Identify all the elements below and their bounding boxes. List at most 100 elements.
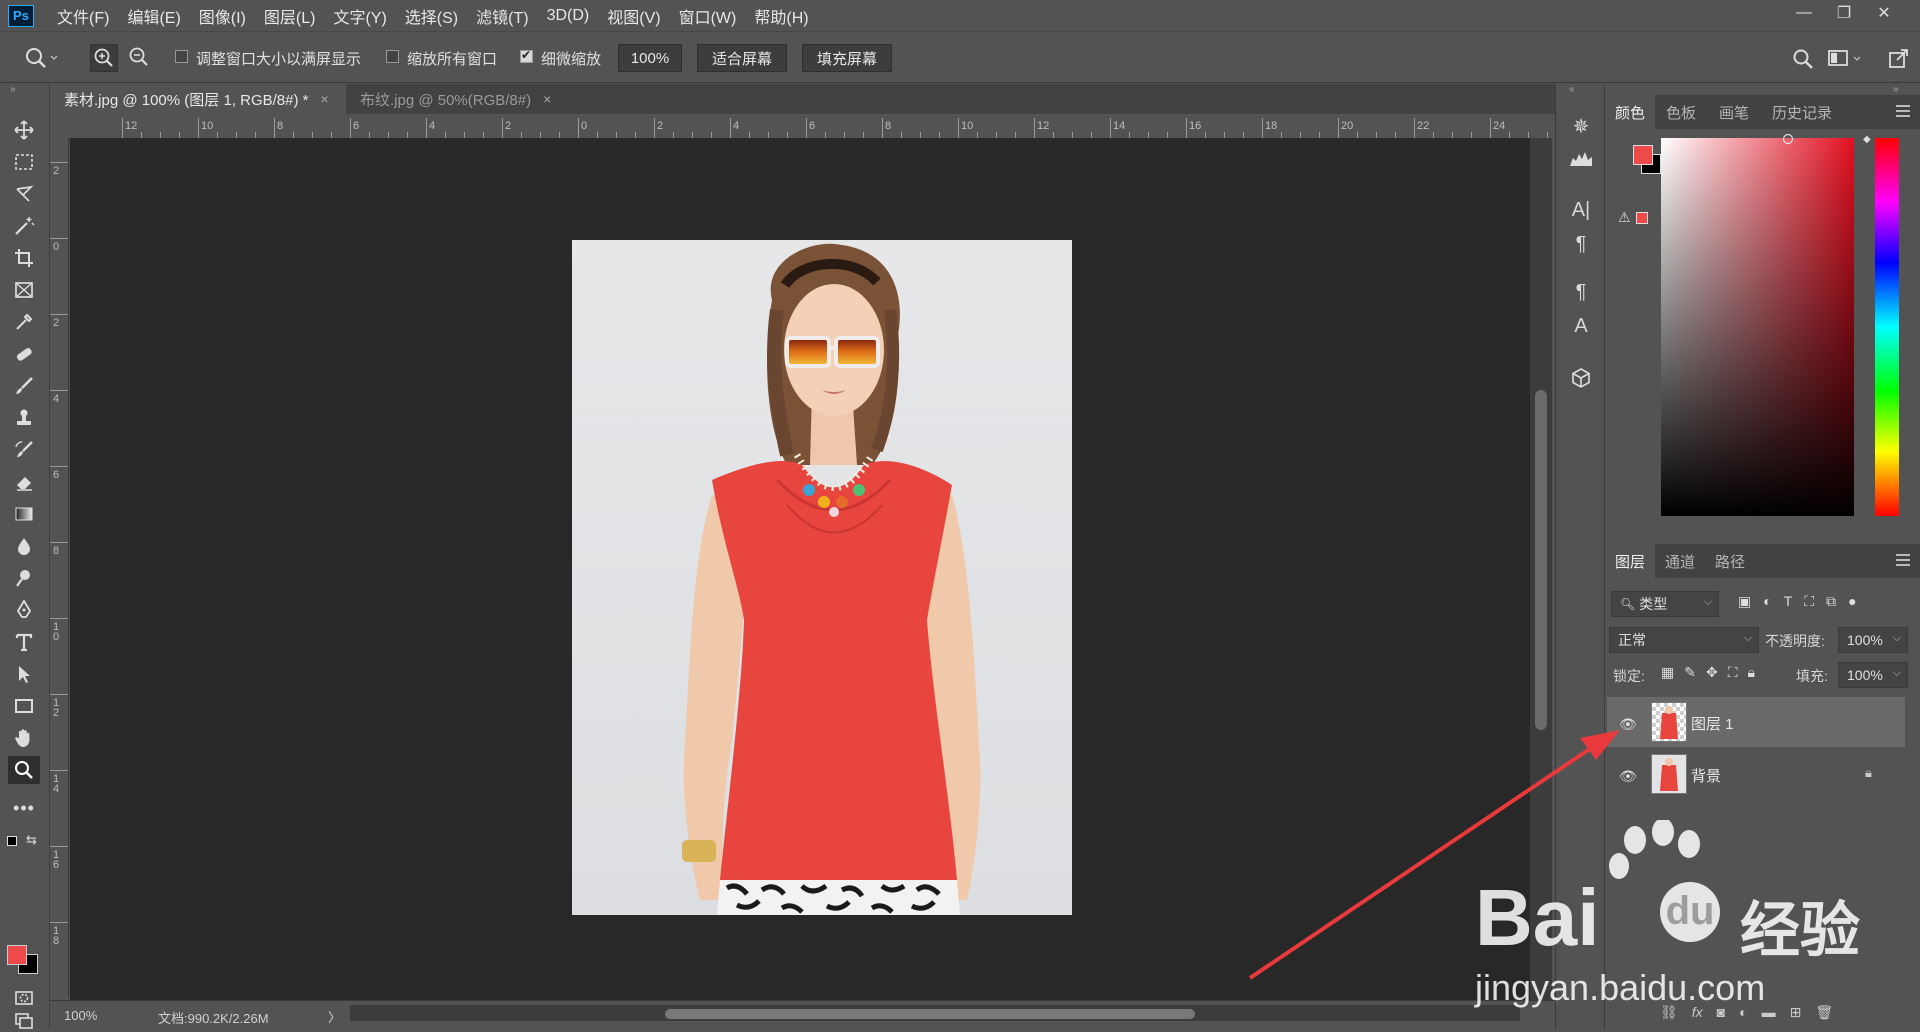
frame-tool-icon[interactable] [8,276,40,304]
lock-transparent-icon[interactable]: ▦ [1661,664,1674,681]
pixel-filter-icon[interactable]: ▣ [1738,593,1751,610]
lock-all-icon[interactable]: 🔒︎ [1748,664,1755,681]
tab-material-jpg[interactable]: 素材.jpg @ 100% (图层 1, RGB/8#) * × [50,84,346,114]
path-selection-tool-icon[interactable] [8,660,40,688]
dodge-tool-icon[interactable] [8,564,40,592]
opacity-field[interactable]: 100% ⌵ [1838,627,1908,653]
healing-brush-tool-icon[interactable] [8,340,40,368]
magic-wand-tool-icon[interactable] [8,212,40,240]
pen-tool-icon[interactable] [8,596,40,624]
zoom-percent-field[interactable]: 100% [618,44,682,72]
tab-brushes[interactable]: 画笔 [1707,95,1761,129]
menu-image[interactable]: 图像(I) [190,4,255,28]
layer-row-background[interactable]: 👁︎ 背景 🔒︎ [1607,749,1905,799]
smart-object-filter-icon[interactable]: ⧉ [1826,593,1836,610]
gamut-warning-icon[interactable]: ⚠ [1618,209,1631,226]
collapse-strip-icon[interactable]: « [1569,84,1575,95]
ruler-origin[interactable] [50,116,68,138]
type-filter-icon[interactable]: T [1784,593,1793,610]
restore-button[interactable]: ❐ [1824,0,1864,26]
color-panel-menu-icon[interactable] [1896,105,1910,117]
brush-tool-icon[interactable] [8,372,40,400]
hue-slider-marker[interactable]: ◆ [1863,134,1871,145]
scrubby-zoom-checkbox[interactable] [520,48,533,63]
vertical-ruler[interactable]: 2 0 2 4 6 8 1 0 1 2 1 4 1 6 1 8 [50,138,69,998]
menu-help[interactable]: 帮助(H) [745,4,817,28]
horizontal-ruler[interactable]: 12 10 8 6 4 2 0 2 4 6 8 10 12 14 16 18 20 22 24 [68,116,1548,139]
tab-cloth-jpg[interactable]: 布纹.jpg @ 50%(RGB/8#) × [346,84,556,114]
close-window-button[interactable]: ✕ [1864,0,1904,26]
blur-tool-icon[interactable] [8,532,40,560]
character-icon[interactable]: A| [1567,196,1595,224]
history-brush-tool-icon[interactable] [8,436,40,464]
share-icon[interactable] [1888,47,1910,73]
workspace-icon[interactable] [1828,49,1864,73]
fit-screen-button[interactable]: 适合屏幕 [697,44,787,72]
layer-row-layer1[interactable]: 👁︎ 图层 1 [1607,697,1905,747]
menu-window[interactable]: 窗口(W) [670,4,746,28]
navigator-icon[interactable]: ✵ [1567,112,1595,140]
rectangle-tool-icon[interactable] [8,692,40,720]
paragraph-icon[interactable]: ¶ [1567,230,1595,258]
layers-panel-menu-icon[interactable] [1896,554,1910,566]
swap-colors-icon[interactable]: ⇆ [26,832,37,848]
marquee-tool-icon[interactable] [8,148,40,176]
collapse-panels-icon[interactable]: » [1893,84,1899,95]
color-picker-cursor[interactable] [1783,134,1793,144]
tab-swatches[interactable]: 色板 [1655,95,1707,129]
status-menu-arrow[interactable]: 〉 [328,1007,341,1026]
menu-edit[interactable]: 编辑(E) [118,4,189,28]
screen-mode-icon[interactable] [8,1012,40,1029]
vertical-scroll-thumb[interactable] [1535,390,1547,730]
minimize-button[interactable]: — [1784,0,1824,26]
shape-filter-icon[interactable]: ⛶ [1804,593,1814,610]
lock-artboard-icon[interactable]: ⛶ [1728,664,1738,681]
status-zoom[interactable]: 100% [64,1008,97,1023]
filter-toggle-icon[interactable]: ● [1848,593,1856,610]
menu-file[interactable]: 文件(F) [48,4,118,28]
menu-3d[interactable]: 3D(D) [538,7,599,25]
menu-select[interactable]: 选择(S) [396,4,467,28]
eraser-tool-icon[interactable] [8,468,40,496]
lock-pixels-icon[interactable]: ✎ [1684,664,1696,681]
zoom-all-windows-checkbox[interactable] [386,50,399,63]
default-colors-icon[interactable] [7,836,17,846]
zoom-out-icon[interactable] [126,44,154,72]
blend-mode-dropdown[interactable]: 正常 ⌵ [1609,627,1759,653]
eyedropper-tool-icon[interactable] [8,308,40,336]
tab-color[interactable]: 颜色 [1605,95,1655,129]
character-styles-icon[interactable]: A [1567,312,1595,340]
document-image[interactable] [572,240,1072,915]
panel-foreground-swatch[interactable] [1633,145,1653,165]
gradient-tool-icon[interactable] [8,500,40,528]
zoom-tool-preset-icon[interactable] [24,46,58,74]
layer-name[interactable]: 图层 1 [1691,713,1734,734]
horizontal-scroll-thumb[interactable] [665,1009,1195,1019]
lock-position-icon[interactable]: ✥ [1706,664,1718,681]
clone-stamp-tool-icon[interactable] [8,404,40,432]
lasso-tool-icon[interactable] [8,180,40,208]
collapse-toolbar-icon[interactable]: » [10,84,16,95]
crop-tool-icon[interactable] [8,244,40,272]
close-tab-icon[interactable]: × [320,91,328,107]
type-tool-icon[interactable] [8,628,40,656]
quick-mask-icon[interactable] [8,984,40,1012]
zoom-in-icon[interactable] [90,44,118,72]
hue-slider[interactable] [1875,138,1899,516]
color-picker-field[interactable] [1661,138,1854,516]
tab-layers[interactable]: 图层 [1605,544,1655,578]
zoom-tool-icon[interactable] [8,756,40,784]
tab-paths[interactable]: 路径 [1705,544,1755,578]
menu-type[interactable]: 文字(Y) [324,4,395,28]
paragraph-styles-icon[interactable]: ¶ [1567,278,1595,306]
close-tab-icon[interactable]: × [543,91,551,107]
fill-screen-button[interactable]: 填充屏幕 [802,44,892,72]
histogram-icon[interactable] [1567,144,1595,172]
hand-tool-icon[interactable] [8,724,40,752]
move-tool-icon[interactable] [8,116,40,144]
menu-layer[interactable]: 图层(L) [255,4,325,28]
foreground-color-swatch[interactable] [7,945,27,965]
layer-name[interactable]: 背景 [1691,765,1721,786]
tab-history[interactable]: 历史记录 [1761,95,1843,129]
layer-filter-dropdown[interactable]: 🔍︎ 类型 ⌵ [1611,591,1719,617]
